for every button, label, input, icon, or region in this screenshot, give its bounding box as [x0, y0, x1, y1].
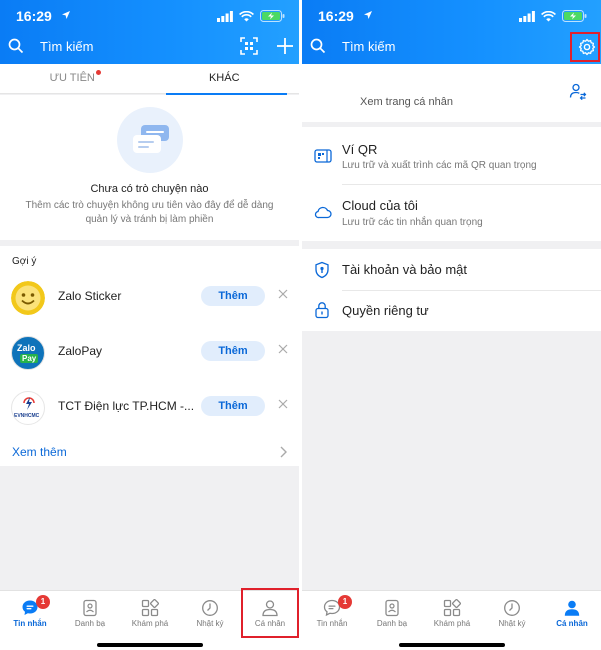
empty-description: Thêm các trò chuyện không ưu tiên vào đâ…	[25, 200, 274, 225]
menu-item-title: Cloud của tôi	[342, 198, 418, 213]
switch-account-icon[interactable]	[569, 82, 587, 100]
shield-icon	[315, 261, 329, 279]
tab-contacts[interactable]: Danh bạ	[60, 591, 120, 635]
add-button[interactable]: Thêm	[201, 396, 265, 416]
signal-icon	[217, 10, 233, 22]
view-profile-link[interactable]: Xem trang cá nhân	[360, 96, 453, 108]
home-indicator	[97, 643, 203, 647]
search-input[interactable]: Tìm kiếm	[342, 39, 395, 54]
profile-header[interactable]: Xem trang cá nhân	[302, 64, 601, 122]
chat-bubbles-icon	[133, 125, 169, 153]
add-button[interactable]: Thêm	[201, 286, 265, 306]
suggestion-name: Zalo Sticker	[58, 289, 122, 303]
list-item[interactable]: Zalo Sticker Thêm	[0, 273, 299, 323]
menu-item-subtitle: Lưu trữ các tin nhắn quan trọng	[342, 217, 483, 228]
zalopay-logo: Zalo Pay	[11, 336, 45, 370]
status-bar: 16:29	[318, 8, 587, 26]
unread-dot	[95, 70, 101, 75]
wifi-icon	[239, 10, 254, 21]
battery-charging-icon	[562, 10, 587, 22]
status-time: 16:29	[318, 8, 354, 24]
person-icon	[564, 600, 580, 616]
add-button[interactable]: Thêm	[201, 341, 265, 361]
close-icon[interactable]	[277, 398, 289, 410]
tab-messages[interactable]: 1 Tin nhắn	[0, 591, 60, 635]
empty-state: Chưa có trò chuyện nào Thêm các trò chuy…	[0, 95, 299, 240]
suggestion-name: ZaloPay	[58, 344, 103, 358]
tab-timeline[interactable]: Nhật ký	[482, 591, 542, 635]
unread-badge: 1	[338, 595, 352, 609]
signal-icon	[519, 10, 535, 22]
close-icon[interactable]	[277, 288, 289, 300]
search-input[interactable]: Tìm kiếm	[40, 39, 93, 54]
contacts-icon	[385, 599, 399, 617]
empty-illustration	[117, 107, 183, 173]
suggestion-name: TCT Điện lực TP.HCM -...	[58, 399, 195, 413]
tab-messages[interactable]: 1 Tin nhắn	[302, 591, 362, 635]
suggestions-section: Gợi ý Zalo Sticker Thêm Zalo Pay ZaloPay…	[0, 246, 299, 466]
menu-item-qr-wallet[interactable]: Ví QR Lưu trữ và xuất trình các mã QR qu…	[302, 127, 601, 184]
lock-icon	[315, 302, 329, 319]
evn-logo: EVNHCMC	[11, 391, 45, 425]
tab-discover[interactable]: Khám phá	[422, 591, 482, 635]
close-icon[interactable]	[277, 343, 289, 355]
tab-priority[interactable]: ƯU TIÊN	[0, 64, 150, 94]
add-icon[interactable]	[276, 37, 294, 55]
tab-other[interactable]: KHÁC	[150, 64, 300, 95]
cloud-icon	[314, 206, 332, 219]
tab-contacts[interactable]: Danh bạ	[362, 591, 422, 635]
menu-item-title: Ví QR	[342, 142, 378, 157]
grid-icon	[443, 599, 461, 617]
lightning-icon	[23, 397, 35, 410]
header: 16:29 Tìm kiếm	[302, 0, 601, 64]
list-item[interactable]: Zalo Pay ZaloPay Thêm	[0, 328, 299, 378]
search-icon[interactable]	[310, 38, 326, 54]
search-icon[interactable]	[8, 38, 24, 54]
settings-group: Tài khoản và bảo mật Quyền riêng tư	[302, 249, 601, 331]
empty-title: Chưa có trò chuyện nào	[90, 183, 209, 195]
header: 16:29 Tìm kiếm	[0, 0, 299, 64]
menu-item-title: Tài khoản và bảo mật	[342, 262, 468, 277]
tab-discover[interactable]: Khám phá	[120, 591, 180, 635]
avatar	[11, 281, 45, 315]
left-screen: 16:29 Tìm kiếm ƯU TIÊN KHÁC Chưa có trò …	[0, 0, 299, 650]
highlight-box	[241, 588, 299, 638]
clock-icon	[202, 600, 218, 616]
clock-icon	[504, 600, 520, 616]
menu-item-subtitle: Lưu trữ và xuất trình các mã QR quan trọ…	[342, 160, 537, 171]
home-indicator	[399, 643, 505, 647]
menu-item-account-security[interactable]: Tài khoản và bảo mật	[302, 249, 601, 290]
location-arrow-icon	[364, 11, 372, 19]
location-arrow-icon	[62, 11, 70, 19]
unread-badge: 1	[36, 595, 50, 609]
highlight-box	[570, 32, 600, 62]
qr-scan-icon[interactable]	[240, 37, 258, 55]
tab-timeline[interactable]: Nhật ký	[180, 591, 240, 635]
contacts-icon	[83, 599, 97, 617]
see-more-link[interactable]: Xem thêm	[0, 439, 299, 463]
menu-item-title: Quyền riêng tư	[342, 303, 429, 318]
menu-item-my-cloud[interactable]: Cloud của tôi Lưu trữ các tin nhắn quan …	[302, 184, 601, 241]
category-tabs: ƯU TIÊN KHÁC	[0, 64, 300, 95]
utilities-group: Ví QR Lưu trữ và xuất trình các mã QR qu…	[302, 127, 601, 241]
bottom-tab-bar: 1 Tin nhắn Danh bạ Khám phá Nhật ký Cá n…	[302, 590, 601, 650]
grid-icon	[141, 599, 159, 617]
menu-item-privacy[interactable]: Quyền riêng tư	[302, 290, 601, 331]
tab-profile[interactable]: Cá nhân	[542, 591, 601, 635]
suggestions-title: Gợi ý	[12, 256, 37, 267]
chevron-right-icon	[280, 446, 287, 458]
wifi-icon	[541, 10, 556, 21]
qr-wallet-icon	[314, 149, 332, 163]
status-bar: 16:29	[16, 8, 285, 26]
list-item[interactable]: EVNHCMC TCT Điện lực TP.HCM -... Thêm	[0, 383, 299, 433]
battery-charging-icon	[260, 10, 285, 22]
status-time: 16:29	[16, 8, 52, 24]
smiley-sticker-icon	[11, 281, 45, 315]
right-screen: 16:29 Tìm kiếm Xem trang cá nhân Ví QR L…	[302, 0, 601, 650]
